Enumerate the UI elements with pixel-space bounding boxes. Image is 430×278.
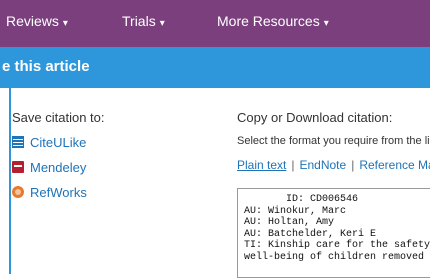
chevron-down-icon: ▾	[159, 18, 165, 29]
citation-line: ID: CD006546	[244, 194, 359, 205]
format-separator: |	[291, 158, 295, 172]
nav-item-label: More Resources	[217, 13, 320, 29]
copy-download-heading: Copy or Download citation:	[237, 110, 393, 125]
nav-item-label: Trials	[122, 13, 156, 29]
top-navigation: Reviews ▾ Trials ▾ More Resources ▾	[0, 0, 430, 47]
format-plain-text-link[interactable]: Plain text	[237, 158, 286, 172]
citation-line: AU: Batchelder, Keri E	[244, 228, 377, 240]
refworks-icon	[12, 186, 24, 198]
citation-line: well-being of children removed	[244, 251, 425, 263]
format-separator: |	[351, 158, 355, 172]
format-instructions: Select the format you require from the l…	[237, 135, 430, 147]
citation-line: TI: Kinship care for the safety	[244, 240, 430, 251]
nav-item-label: Reviews	[6, 13, 59, 29]
format-options: Plain text | EndNote | Reference Mana	[237, 158, 430, 172]
share-banner: e this article	[0, 47, 430, 88]
mendeley-icon	[12, 161, 24, 173]
citeulike-link[interactable]: CiteULike	[12, 135, 86, 151]
mendeley-label: Mendeley	[30, 160, 87, 175]
chevron-down-icon: ▾	[323, 18, 329, 29]
citation-textarea[interactable]: ID: CD006546 AU: Winokur, Marc AU: Holta…	[237, 188, 430, 278]
nav-item-more-resources[interactable]: More Resources ▾	[217, 13, 329, 29]
refworks-link[interactable]: RefWorks	[12, 185, 87, 201]
citation-line: AU: Winokur, Marc	[244, 205, 347, 217]
citeulike-label: CiteULike	[30, 135, 87, 150]
chevron-down-icon: ▾	[62, 18, 68, 29]
panel-left-border	[9, 88, 11, 274]
nav-item-trials[interactable]: Trials ▾	[122, 13, 165, 29]
citation-line: AU: Holtan, Amy	[244, 217, 335, 228]
citeulike-icon	[12, 136, 24, 148]
mendeley-link[interactable]: Mendeley	[12, 160, 86, 176]
nav-item-reviews[interactable]: Reviews ▾	[6, 13, 68, 29]
banner-title: e this article	[2, 58, 90, 75]
format-reference-manager-link[interactable]: Reference Mana	[359, 158, 430, 172]
save-citation-heading: Save citation to:	[12, 110, 105, 125]
refworks-label: RefWorks	[30, 185, 87, 200]
format-endnote-link[interactable]: EndNote	[299, 158, 346, 172]
